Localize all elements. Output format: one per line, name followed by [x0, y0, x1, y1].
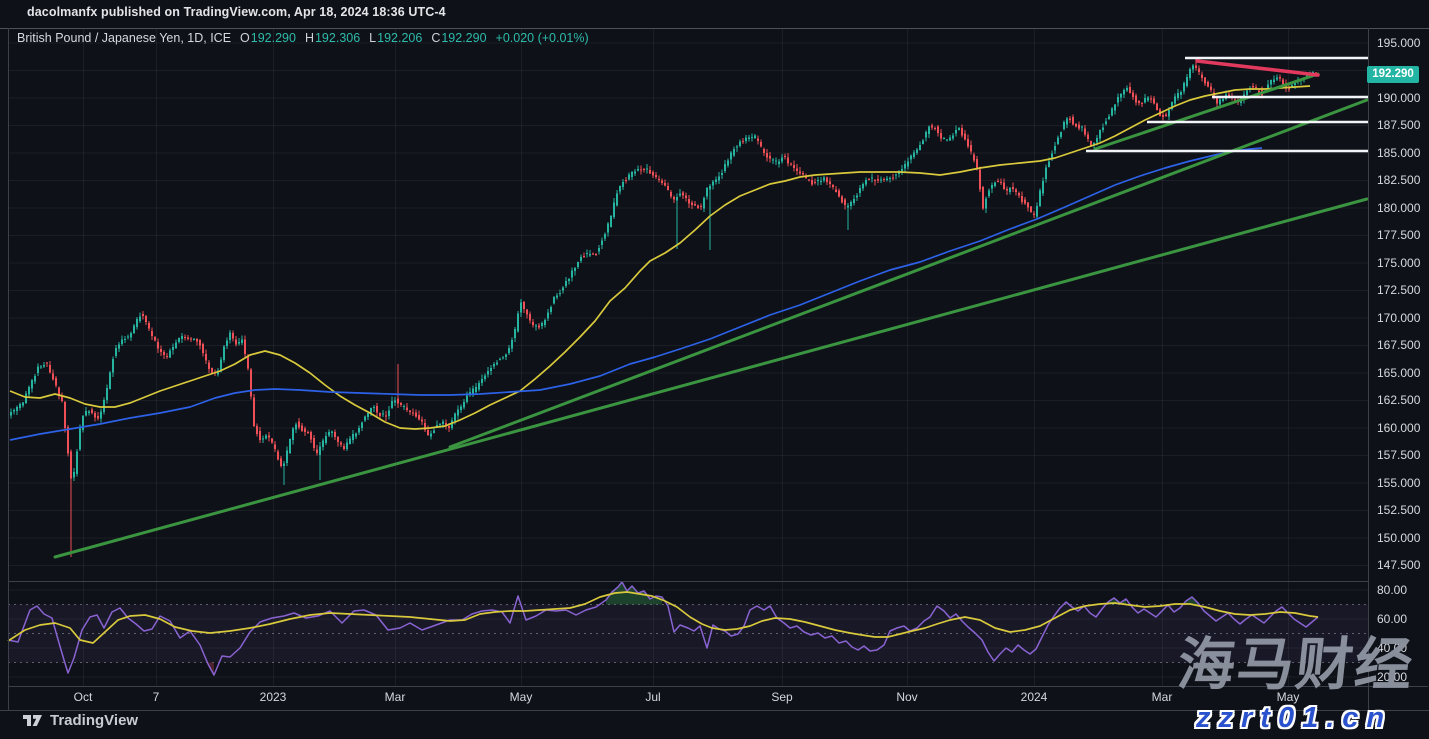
price-axis-label: 147.500: [1377, 558, 1420, 572]
time-axis-label: 7: [153, 690, 160, 704]
price-axis-label: 157.500: [1377, 448, 1420, 462]
open-label: O: [240, 31, 250, 45]
time-axis-label: Oct: [74, 690, 93, 704]
time-axis-label: Jul: [645, 690, 660, 704]
low-label: L: [369, 31, 376, 45]
price-axis-label: 152.500: [1377, 503, 1420, 517]
time-axis-label: Nov: [896, 690, 917, 704]
publish-info: dacolmanfx published on TradingView.com,…: [27, 5, 446, 19]
low-value: 192.206: [377, 31, 422, 45]
time-axis-label: 2024: [1021, 690, 1048, 704]
price-axis-label: 182.500: [1377, 173, 1420, 187]
price-axis-label: 155.000: [1377, 476, 1420, 490]
price-axis-label: 170.000: [1377, 311, 1420, 325]
close-label: C: [431, 31, 440, 45]
price-axis-label: 177.500: [1377, 228, 1420, 242]
watermark-url: zzrt01.cn: [1196, 702, 1392, 735]
time-axis-label: Mar: [1152, 690, 1173, 704]
tradingview-published-chart: dacolmanfx published on TradingView.com,…: [0, 0, 1429, 739]
symbol-title[interactable]: British Pound / Japanese Yen, 1D, ICE: [17, 31, 231, 45]
price-axis-label: 175.000: [1377, 256, 1420, 270]
watermark-cjk: 海马财经: [1175, 634, 1418, 697]
tradingview-logo[interactable]: TradingView: [22, 712, 138, 729]
rsi-axis-label: 80.00: [1377, 583, 1407, 597]
price-axis-label: 185.000: [1377, 146, 1420, 160]
time-axis-label: Mar: [385, 690, 406, 704]
change-value: +0.020 (+0.01%): [496, 31, 589, 45]
price-axis-label: 180.000: [1377, 201, 1420, 215]
price-axis-label: 172.500: [1377, 283, 1420, 297]
price-axis-label: 165.000: [1377, 366, 1420, 380]
price-axis-label: 167.500: [1377, 338, 1420, 352]
time-axis-label: May: [510, 690, 533, 704]
chart-canvas[interactable]: [0, 0, 1429, 739]
close-value: 192.290: [441, 31, 486, 45]
price-axis-label: 150.000: [1377, 531, 1420, 545]
high-value: 192.306: [315, 31, 360, 45]
time-axis-label: 2023: [260, 690, 287, 704]
tradingview-logo-icon: [22, 713, 43, 729]
price-axis-label: 195.000: [1377, 36, 1420, 50]
rsi-axis-label: 60.00: [1377, 612, 1407, 626]
symbol-legend: British Pound / Japanese Yen, 1D, ICE O1…: [17, 31, 589, 45]
tradingview-logo-text: TradingView: [50, 712, 138, 729]
high-label: H: [305, 31, 314, 45]
last-price-badge: 192.290: [1367, 66, 1419, 83]
open-value: 192.290: [251, 31, 296, 45]
price-axis-label: 187.500: [1377, 118, 1420, 132]
price-axis-label: 160.000: [1377, 421, 1420, 435]
price-axis-label: 162.500: [1377, 393, 1420, 407]
time-axis-label: Sep: [771, 690, 792, 704]
price-axis-label: 190.000: [1377, 91, 1420, 105]
